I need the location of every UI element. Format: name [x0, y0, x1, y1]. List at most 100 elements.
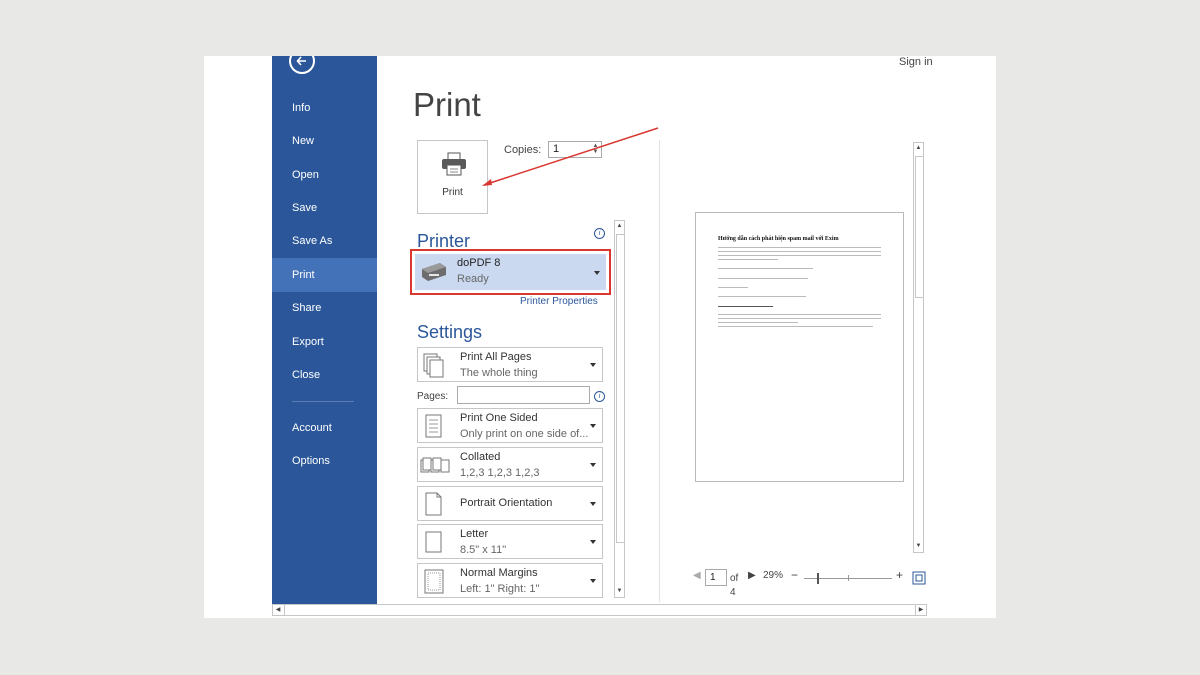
nav-save-as[interactable]: Save As	[272, 224, 377, 258]
orientation-label: Portrait Orientation	[460, 497, 552, 509]
nav-account[interactable]: Account	[272, 411, 377, 445]
preview-text-line	[718, 326, 873, 327]
preview-text-line	[718, 268, 813, 269]
prev-page-icon[interactable]: ◀	[693, 570, 701, 581]
scroll-up-icon[interactable]: ▲	[914, 143, 923, 154]
horizontal-scrollbar[interactable]: ◀ ▶	[272, 604, 927, 616]
pages-info-icon[interactable]: i	[594, 391, 605, 402]
printer-icon	[441, 152, 467, 176]
page-number-input[interactable]: 1	[705, 569, 727, 586]
pages-icon	[423, 353, 445, 378]
preview-scrollbar[interactable]: ▲ ▼	[913, 142, 924, 553]
pages-input[interactable]	[457, 386, 590, 404]
collation-label: Collated	[460, 451, 500, 463]
chevron-down-icon	[594, 271, 600, 275]
preview-text-line	[718, 296, 806, 297]
zoom-slider-thumb[interactable]	[817, 573, 819, 584]
letter-icon	[423, 530, 445, 555]
preview-text-line	[718, 247, 881, 248]
portrait-icon	[423, 492, 445, 517]
paper-size-desc: 8.5" x 11"	[460, 544, 506, 556]
scroll-right-icon[interactable]: ▶	[916, 605, 926, 615]
chevron-down-icon	[590, 424, 596, 428]
nav-export[interactable]: Export	[272, 325, 377, 359]
settings-scrollbar[interactable]: ▲ ▼	[614, 220, 625, 598]
paper-size-dropdown[interactable]: Letter 8.5" x 11"	[417, 524, 603, 559]
annotation-arrow	[474, 124, 664, 194]
scroll-up-icon[interactable]: ▲	[615, 221, 624, 232]
zoom-slider-tick	[848, 575, 849, 581]
pages-label: Pages:	[417, 391, 448, 402]
nav-close[interactable]: Close	[272, 358, 377, 392]
print-preview-page: Hướng dẫn cách phát hiện spam mail với E…	[695, 212, 904, 482]
printer-highlight: doPDF 8 Ready	[410, 249, 611, 295]
nav-new[interactable]: New	[272, 124, 377, 158]
preview-text-line	[718, 255, 881, 256]
scroll-down-icon[interactable]: ▼	[615, 586, 624, 597]
preview-text-line	[718, 322, 798, 323]
sign-in-link[interactable]: Sign in	[899, 56, 933, 68]
printer-name: doPDF 8	[457, 257, 500, 269]
print-range-desc: The whole thing	[460, 367, 538, 379]
total-pages: 4	[730, 587, 736, 598]
backstage-window: Info New Open Save Save As Print Share E…	[204, 56, 996, 618]
nav-share[interactable]: Share	[272, 291, 377, 325]
preview-text-line	[718, 251, 881, 252]
preview-doc-title: Hướng dẫn cách phát hiện spam mail với E…	[718, 236, 839, 242]
chevron-down-icon	[590, 579, 596, 583]
scroll-thumb[interactable]	[616, 234, 625, 543]
zoom-out-button[interactable]: −	[791, 568, 798, 582]
scroll-down-icon[interactable]: ▼	[914, 541, 923, 552]
collated-icon	[420, 453, 450, 478]
next-page-icon[interactable]: ▶	[748, 570, 756, 581]
scroll-left-icon[interactable]: ◀	[273, 605, 283, 615]
chevron-down-icon	[590, 502, 596, 506]
printer-properties-link[interactable]: Printer Properties	[520, 296, 598, 307]
nav-save[interactable]: Save	[272, 191, 377, 225]
one-sided-icon	[423, 414, 445, 439]
orientation-dropdown[interactable]: Portrait Orientation	[417, 486, 603, 521]
settings-section-title: Settings	[417, 322, 482, 343]
nav-separator	[292, 401, 354, 402]
preview-text-line	[718, 259, 778, 260]
backstage-sidebar: Info New Open Save Save As Print Share E…	[272, 56, 377, 604]
back-button[interactable]	[289, 56, 315, 74]
nav-options[interactable]: Options	[272, 444, 377, 478]
nav-info[interactable]: Info	[272, 91, 377, 125]
zoom-in-button[interactable]: +	[896, 568, 903, 582]
zoom-to-page-icon[interactable]	[912, 571, 926, 585]
scroll-thumb[interactable]	[915, 156, 924, 298]
preview-text-line	[718, 318, 881, 319]
pdf-printer-icon	[420, 261, 448, 283]
margins-icon	[423, 569, 445, 594]
sides-label: Print One Sided	[460, 412, 538, 424]
preview-text-line	[718, 278, 808, 279]
nav-open[interactable]: Open	[272, 158, 377, 192]
zoom-slider[interactable]	[804, 578, 892, 579]
preview-text-line	[718, 287, 748, 288]
of-label: of	[730, 573, 738, 584]
printer-dropdown[interactable]: doPDF 8 Ready	[415, 254, 606, 290]
printer-status: Ready	[457, 273, 489, 285]
collation-desc: 1,2,3 1,2,3 1,2,3	[460, 467, 540, 479]
sides-desc: Only print on one side of...	[460, 428, 588, 440]
margins-desc: Left: 1" Right: 1"	[460, 583, 539, 595]
back-arrow-icon	[294, 56, 310, 69]
zoom-level: 29%	[763, 570, 783, 581]
margins-label: Normal Margins	[460, 567, 538, 579]
chevron-down-icon	[590, 363, 596, 367]
print-range-label: Print All Pages	[460, 351, 532, 363]
preview-text-line	[718, 314, 881, 315]
sides-dropdown[interactable]: Print One Sided Only print on one side o…	[417, 408, 603, 443]
panel-divider	[659, 140, 660, 602]
chevron-down-icon	[590, 463, 596, 467]
preview-text-line	[718, 306, 773, 307]
info-icon[interactable]: i	[594, 228, 605, 239]
nav-print[interactable]: Print	[272, 258, 377, 292]
collation-dropdown[interactable]: Collated 1,2,3 1,2,3 1,2,3	[417, 447, 603, 482]
print-range-dropdown[interactable]: Print All Pages The whole thing	[417, 347, 603, 382]
scroll-thumb[interactable]	[284, 605, 916, 615]
page-title: Print	[413, 86, 481, 124]
margins-dropdown[interactable]: Normal Margins Left: 1" Right: 1"	[417, 563, 603, 598]
paper-size-label: Letter	[460, 528, 488, 540]
